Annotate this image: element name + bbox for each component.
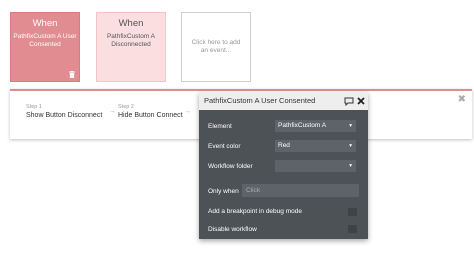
workflow-folder-dropdown[interactable]: ▾ — [275, 160, 356, 172]
workflow-step-2[interactable]: Step 2 Hide Button Connect — [118, 104, 183, 119]
disable-workflow-label: Disable workflow — [208, 226, 257, 233]
close-icon[interactable]: ✖ — [458, 95, 466, 105]
event-name: PathfixCustom A Disconnected — [106, 33, 156, 48]
event-when-label: When — [32, 18, 58, 29]
close-icon[interactable] — [357, 97, 365, 105]
disable-workflow-checkbox[interactable] — [348, 225, 357, 233]
step-label: Show Button Disconnect — [26, 112, 103, 119]
comment-icon[interactable] — [344, 97, 354, 106]
step-number: Step 2 — [118, 104, 134, 110]
event-property-panel: PathfixCustom A User Consented Element P… — [199, 92, 368, 239]
panel-header: PathfixCustom A User Consented — [199, 92, 368, 110]
event-color-value: Red — [278, 142, 290, 149]
event-card-disconnected[interactable]: When PathfixCustom A Disconnected — [96, 12, 166, 82]
add-event-text: Click here to add an event... — [191, 39, 241, 54]
event-card-user-consented[interactable]: When PathfixCustom A User Consented — [10, 12, 80, 82]
event-color-label: Event color — [208, 143, 241, 150]
panel-title: PathfixCustom A User Consented — [204, 96, 316, 105]
element-dropdown[interactable]: PathfixCustom A ▾ — [275, 120, 356, 132]
only-when-placeholder: Click — [246, 187, 261, 194]
only-when-input[interactable]: Click — [242, 184, 359, 197]
breakpoint-label: Add a breakpoint in debug mode — [208, 208, 302, 215]
element-label: Element — [208, 123, 232, 130]
event-color-dropdown[interactable]: Red ▾ — [275, 140, 356, 152]
workflow-folder-label: Workflow folder — [208, 163, 253, 170]
add-event-card[interactable]: Click here to add an event... — [181, 12, 251, 82]
arrow-right-icon: → — [109, 108, 116, 115]
trash-icon[interactable] — [69, 71, 75, 78]
step-number: Step 1 — [26, 104, 42, 110]
event-when-label: When — [118, 18, 144, 29]
event-name: PathfixCustom A User Consented — [13, 33, 77, 48]
step-label: Hide Button Connect — [118, 112, 183, 119]
chevron-down-icon: ▾ — [349, 123, 352, 129]
breakpoint-checkbox[interactable] — [348, 208, 357, 216]
chevron-down-icon: ▾ — [349, 163, 352, 169]
workflow-step-1[interactable]: Step 1 Show Button Disconnect — [26, 104, 102, 119]
arrow-right-icon: → — [184, 108, 191, 115]
chevron-down-icon: ▾ — [349, 143, 352, 149]
only-when-label: Only when — [208, 188, 239, 195]
element-value: PathfixCustom A — [278, 122, 327, 129]
